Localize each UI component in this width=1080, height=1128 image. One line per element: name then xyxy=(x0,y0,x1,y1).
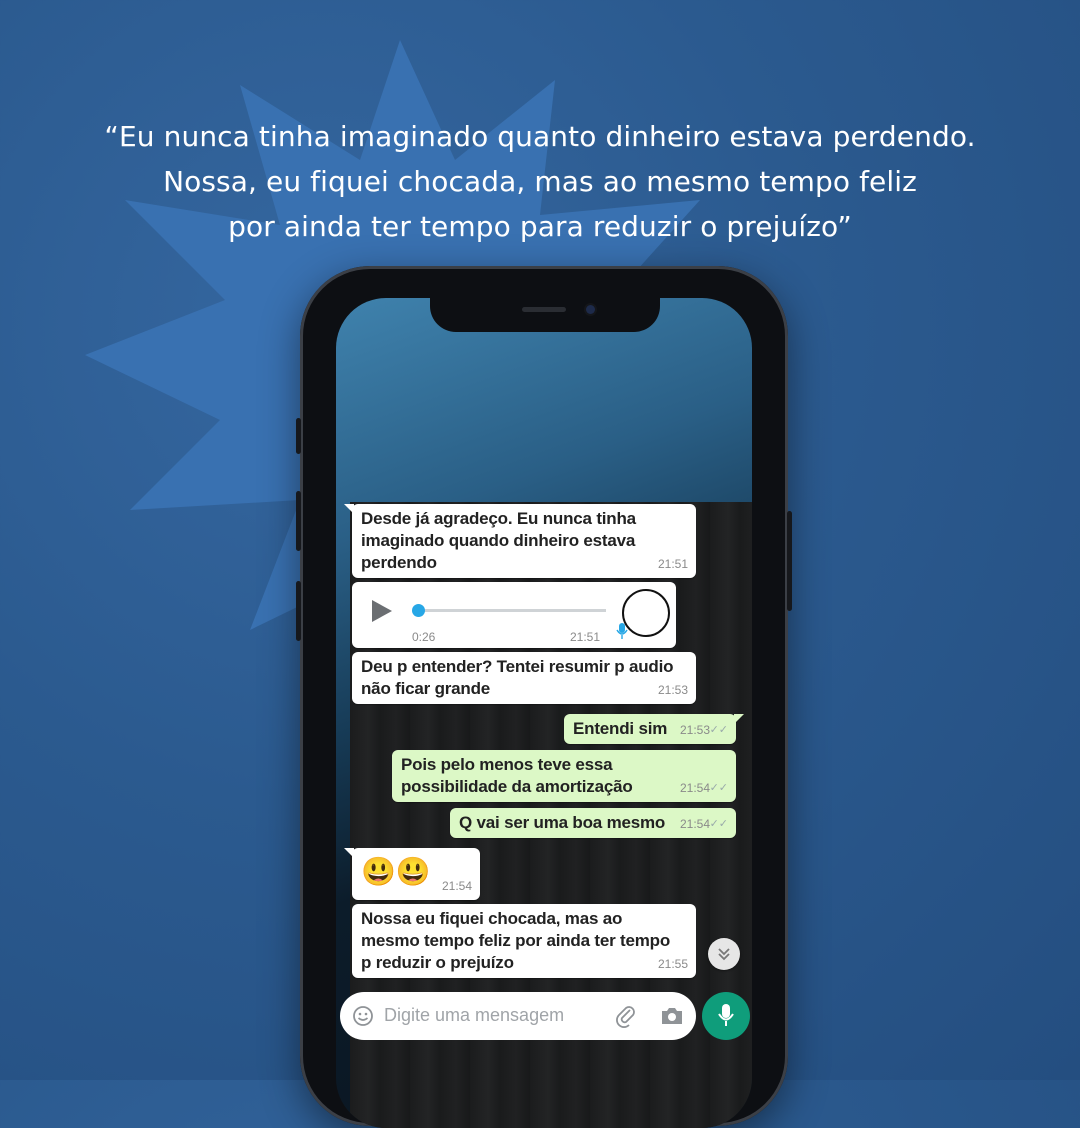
message-bubble-outgoing[interactable]: Entendi sim 21:53 ✓✓ xyxy=(564,714,744,744)
emoji-icon[interactable] xyxy=(352,1005,374,1027)
message-input[interactable]: Digite uma mensagem xyxy=(384,1005,564,1026)
avatar xyxy=(622,589,670,637)
bubble-tail xyxy=(734,714,744,724)
microphone-icon xyxy=(718,1004,734,1026)
scroll-to-bottom-button[interactable] xyxy=(708,938,740,970)
quote-line-1: “Eu nunca tinha imaginado quanto dinheir… xyxy=(104,120,976,153)
message-text: Pois pelo menos teve essa possibilidade … xyxy=(401,754,633,798)
phone-volume-up xyxy=(296,491,301,551)
smiley-emoji-icon: 😃😃 xyxy=(361,856,431,887)
chat-conversation[interactable]: Desde já agradeço. Eu nunca tinha imagin… xyxy=(340,502,752,1128)
message-time: 21:51 xyxy=(657,557,688,571)
message-time: 21:55 xyxy=(657,957,688,971)
quote-line-3: por ainda ter tempo para reduzir o preju… xyxy=(228,210,852,243)
audio-message-bubble[interactable]: 0:26 21:51 xyxy=(352,582,676,648)
double-chevron-down-icon xyxy=(718,948,730,961)
play-icon[interactable] xyxy=(370,598,394,624)
quote-line-2: Nossa, eu fiquei chocada, mas ao mesmo t… xyxy=(163,165,917,198)
message-line: Deu p entender? Tentei resumir p audio xyxy=(361,657,674,676)
message-bubble-incoming[interactable]: 😃😃 21:54 xyxy=(344,848,480,900)
phone-notch xyxy=(430,298,660,332)
audio-progress-track[interactable] xyxy=(414,609,606,612)
message-line: Desde já agradeço. Eu nunca tinha xyxy=(361,509,636,528)
phone-volume-down xyxy=(296,581,301,641)
emoji-message: 😃😃 xyxy=(361,852,431,892)
message-bubble-incoming[interactable]: Nossa eu fiquei chocada, mas ao mesmo te… xyxy=(352,904,696,978)
message-time: 21:53 xyxy=(657,683,688,697)
message-text: Desde já agradeço. Eu nunca tinha imagin… xyxy=(361,508,636,574)
message-time: 21:54 xyxy=(441,879,472,893)
message-bubble-outgoing[interactable]: Q vai ser uma boa mesmo 21:54 ✓✓ xyxy=(450,808,736,838)
paperclip-icon[interactable] xyxy=(614,1004,638,1028)
message-text: Entendi sim xyxy=(573,718,667,740)
message-bubble-incoming[interactable]: Deu p entender? Tentei resumir p audio n… xyxy=(352,652,696,704)
message-composer: Digite uma mensagem xyxy=(340,992,696,1040)
message-line: possibilidade da amortização xyxy=(401,777,633,796)
message-line: perdendo xyxy=(361,553,437,572)
message-line: imaginado quando dinheiro estava xyxy=(361,531,636,550)
read-receipt-icon: ✓✓ xyxy=(709,818,728,830)
smartphone: Desde já agradeço. Eu nunca tinha imagin… xyxy=(296,266,792,1128)
phone-power-button xyxy=(787,511,792,611)
message-time: 21:54 xyxy=(679,781,710,795)
camera-icon[interactable] xyxy=(660,1006,684,1026)
message-line: Entendi sim xyxy=(573,719,668,738)
audio-progress-thumb[interactable] xyxy=(412,604,425,617)
message-line: mesmo tempo feliz por ainda ter tempo xyxy=(361,931,671,950)
voice-record-button[interactable] xyxy=(702,992,750,1040)
message-time: 21:54 xyxy=(679,817,710,831)
earpiece-speaker xyxy=(522,307,566,312)
message-line: Q vai ser uma boa mesmo xyxy=(459,813,666,832)
message-line: Pois pelo menos teve essa xyxy=(401,755,613,774)
message-text: Q vai ser uma boa mesmo xyxy=(459,812,665,834)
bubble-tail xyxy=(344,504,354,514)
message-time: 21:51 xyxy=(570,630,601,644)
message-bubble-incoming[interactable]: Desde já agradeço. Eu nunca tinha imagin… xyxy=(344,504,696,578)
bubble-tail xyxy=(344,848,354,858)
message-line: p reduzir o prejuízo xyxy=(361,953,514,972)
message-line: Nossa eu fiquei chocada, mas ao xyxy=(361,909,623,928)
testimonial-quote: “Eu nunca tinha imaginado quanto dinheir… xyxy=(0,114,1080,249)
audio-duration: 0:26 xyxy=(412,630,436,644)
message-bubble-outgoing[interactable]: Pois pelo menos teve essa possibilidade … xyxy=(392,750,736,802)
message-text: Deu p entender? Tentei resumir p audio n… xyxy=(361,656,673,700)
read-receipt-icon: ✓✓ xyxy=(709,782,728,794)
front-camera xyxy=(586,305,595,314)
read-receipt-icon: ✓✓ xyxy=(709,724,728,736)
message-text: Nossa eu fiquei chocada, mas ao mesmo te… xyxy=(361,908,670,974)
message-time: 21:53 xyxy=(679,723,710,737)
message-line: não ficar grande xyxy=(361,679,491,698)
phone-screen: Desde já agradeço. Eu nunca tinha imagin… xyxy=(336,298,752,1128)
phone-silent-switch xyxy=(296,418,301,454)
